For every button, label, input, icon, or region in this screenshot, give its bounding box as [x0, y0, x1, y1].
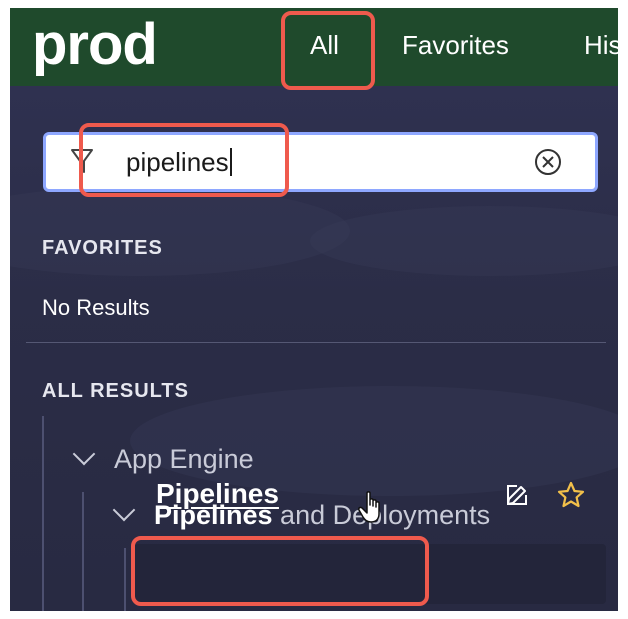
- star-icon[interactable]: [556, 480, 586, 510]
- all-results-heading: ALL RESULTS: [42, 380, 189, 402]
- app-frame: prod All Favorites His pipelines FAVORIT…: [10, 8, 618, 611]
- favorites-heading: FAVORITES: [42, 237, 163, 259]
- edit-icon[interactable]: [504, 482, 530, 508]
- highlight-box-tab-all: [281, 11, 375, 90]
- pipelines-result-link[interactable]: Pipelines: [156, 478, 279, 510]
- section-divider: [26, 342, 606, 343]
- tree-guide-line: [42, 416, 44, 611]
- highlight-box-pipelines: [131, 536, 429, 606]
- highlight-box-search: [79, 123, 289, 197]
- chevron-down-icon: [112, 498, 136, 522]
- tab-history[interactable]: His: [584, 30, 618, 61]
- tree-node-label: App Engine: [114, 444, 254, 474]
- instance-brand: prod: [32, 12, 158, 77]
- hand-cursor-icon: [358, 491, 380, 523]
- clear-search-icon[interactable]: [534, 148, 562, 176]
- background-decoration: [310, 206, 618, 276]
- favorites-empty-text: No Results: [42, 295, 150, 320]
- tree-guide-line: [124, 548, 126, 611]
- tree-guide-line: [82, 492, 84, 611]
- tab-favorites[interactable]: Favorites: [402, 30, 509, 61]
- tree-node-app-engine[interactable]: App Engine: [72, 442, 254, 475]
- chevron-down-icon: [72, 442, 96, 466]
- background-decoration: [10, 186, 350, 276]
